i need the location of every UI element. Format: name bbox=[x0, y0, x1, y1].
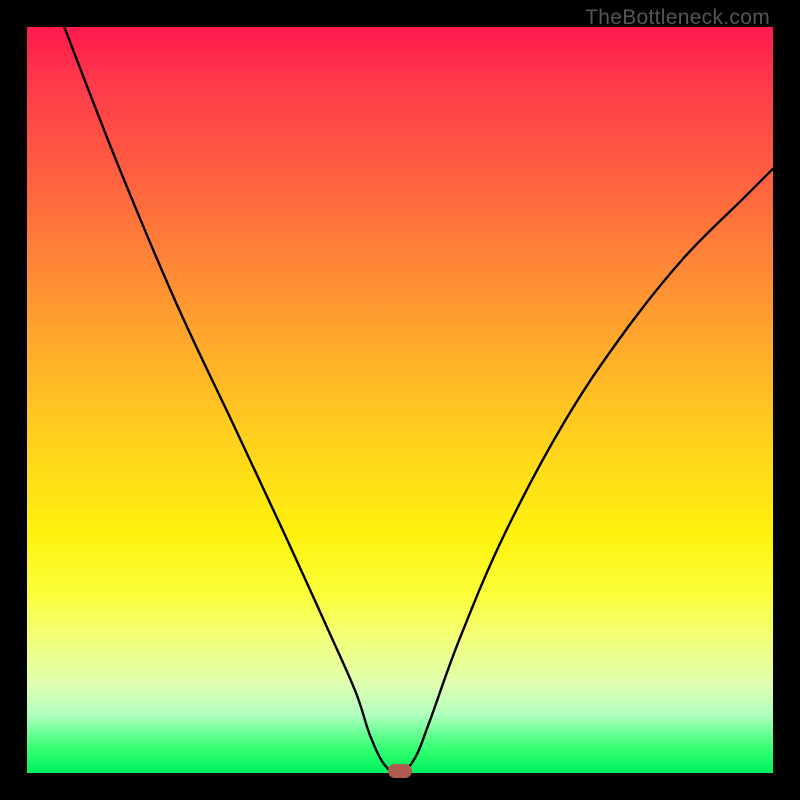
chart-container: TheBottleneck.com bbox=[0, 0, 800, 800]
watermark-text: TheBottleneck.com bbox=[585, 6, 770, 30]
minimum-marker bbox=[388, 764, 412, 778]
plot-gradient-background bbox=[27, 27, 773, 773]
